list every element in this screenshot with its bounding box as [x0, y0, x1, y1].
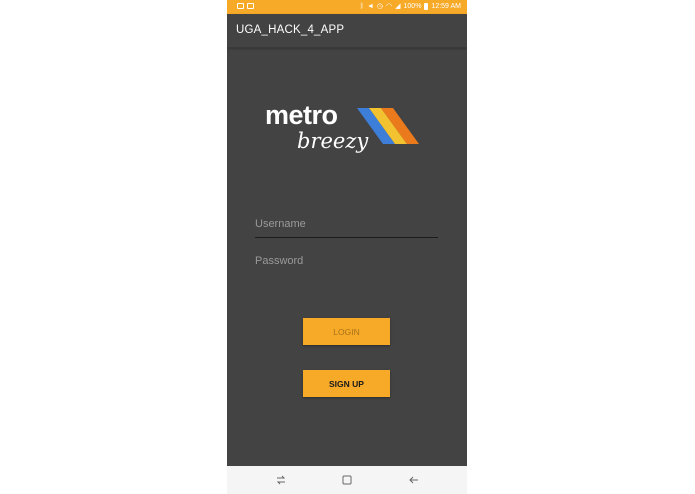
- recent-apps-icon[interactable]: [274, 473, 288, 487]
- bluetooth-icon: ᛒ: [359, 3, 364, 10]
- battery-percent: 100%: [403, 3, 422, 10]
- signal-icon: ◢: [395, 3, 401, 10]
- status-notifications: [237, 3, 254, 9]
- alarm-icon: ◷: [376, 3, 384, 10]
- username-underline: [255, 237, 438, 238]
- password-field[interactable]: [255, 251, 438, 275]
- metro-breezy-logo: metro breezy: [265, 98, 425, 160]
- back-icon[interactable]: [407, 473, 421, 487]
- wifi-icon: ◠: [386, 3, 393, 10]
- notification-icon: [237, 3, 244, 9]
- username-field[interactable]: [255, 214, 438, 238]
- password-input[interactable]: [255, 251, 438, 271]
- navigation-bar: [227, 466, 467, 494]
- status-bar: ᛒ ◄ ◷ ◠ ◢ 100% 12:59 AM: [227, 0, 467, 14]
- mute-icon: ◄: [366, 3, 374, 10]
- home-icon[interactable]: [340, 473, 354, 487]
- status-time: 12:59 AM: [431, 3, 461, 10]
- username-input[interactable]: [255, 214, 438, 234]
- phone-screen: ᛒ ◄ ◷ ◠ ◢ 100% 12:59 AM UGA_HACK_4_APP m…: [227, 0, 467, 494]
- signup-button[interactable]: SIGN UP: [303, 370, 390, 397]
- app-title: UGA_HACK_4_APP: [236, 24, 345, 36]
- app-bar: UGA_HACK_4_APP: [227, 14, 467, 48]
- logo-stripes-icon: [357, 108, 419, 144]
- status-indicators: ᛒ ◄ ◷ ◠ ◢ 100% 12:59 AM: [360, 2, 461, 11]
- battery-icon: [424, 3, 429, 10]
- logo-metro-text: metro: [265, 100, 338, 130]
- message-icon: [247, 3, 254, 9]
- login-button[interactable]: LOGIN: [303, 318, 390, 345]
